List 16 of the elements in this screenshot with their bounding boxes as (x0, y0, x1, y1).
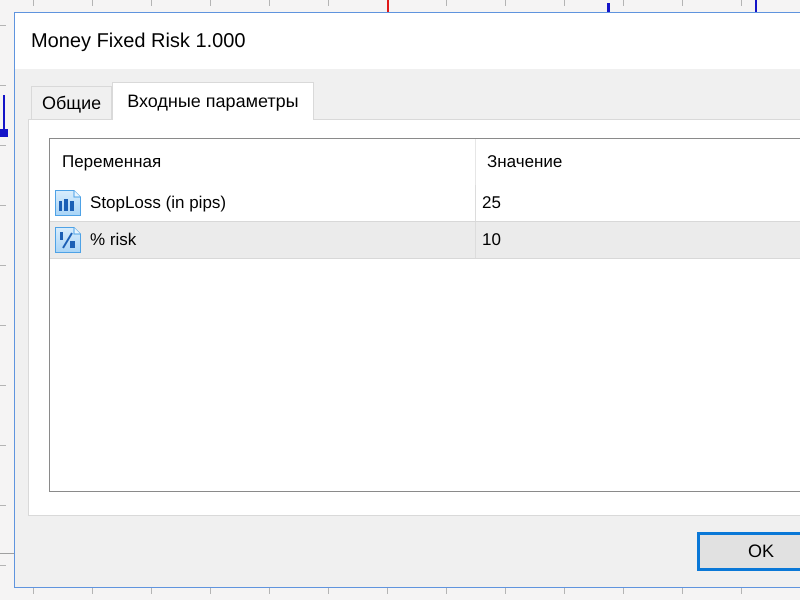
column-header[interactable]: Значение (476, 139, 800, 185)
document-icon (55, 227, 81, 253)
document-icon (55, 190, 81, 216)
parameter-value: 25 (481, 192, 502, 214)
candle (607, 3, 610, 12)
window-title: Money Fixed Risk 1.000 (31, 30, 246, 52)
tab[interactable]: Входные параметры (112, 82, 314, 120)
ok-button[interactable]: OK (697, 532, 800, 571)
tab[interactable]: Общие (31, 86, 112, 119)
marker-line (387, 0, 389, 12)
parameter-value: 10 (481, 229, 502, 251)
table-row[interactable]: StopLoss (in pips) 25 (50, 185, 800, 222)
table-row[interactable]: % risk 10 (50, 222, 800, 259)
parameter-name: StopLoss (in pips) (90, 193, 226, 213)
candle (0, 95, 8, 137)
parameter-name: % risk (90, 230, 136, 250)
